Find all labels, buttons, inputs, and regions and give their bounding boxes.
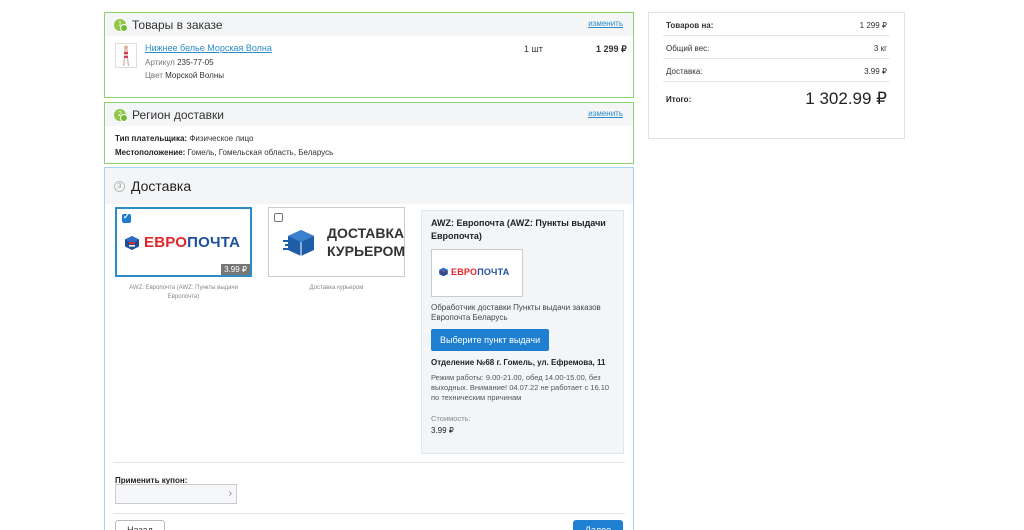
delivery-option-caption: AWZ: Европочта (AWZ: Пункты выдачи Европ… (129, 285, 238, 300)
delivery-option-checkbox[interactable] (274, 213, 283, 222)
product-name-link[interactable]: Нижнее белье Морская Волна (145, 43, 272, 53)
delivery-cost-label: Стоимость: (431, 414, 471, 423)
summary-label: Общий вес: (666, 44, 710, 53)
order-items-block: 1 Товары в заказе изменить Нижнее белье … (104, 12, 634, 98)
delivery-info-title: AWZ: Европочта (AWZ: Пункты выдачи Европ… (431, 218, 606, 241)
delivery-option-checkbox[interactable] (122, 212, 131, 223)
summary-value: 1 299 ₽ (859, 21, 887, 30)
delivery-option-europochta[interactable]: ЕВРОПОЧТА 3.99 ₽ (115, 207, 252, 277)
courier-logo-line1: ДОСТАВКА (327, 225, 405, 241)
delivery-option-caption: Доставка курьером (309, 285, 364, 291)
choose-pickup-point-button[interactable]: Выберите пункт выдачи (431, 329, 550, 351)
product-price: 1 299 ₽ (596, 44, 627, 54)
delivery-info-description: Обработчик доставки Пункты выдачи заказо… (431, 303, 601, 322)
delivery-option-courier[interactable]: ДОСТАВКА КУРЬЕРОМ (268, 207, 405, 277)
summary-label: Доставка: (666, 67, 703, 76)
product-article: Артикул 235-77-05 (145, 58, 214, 67)
order-item-row: Нижнее белье Морская Волна Артикул 235-7… (105, 36, 633, 98)
summary-total: Итого: 1 302.99 ₽ (663, 82, 890, 118)
total-value: 1 302.99 ₽ (805, 89, 887, 108)
region-header: 2 Регион доставки изменить (105, 103, 633, 126)
chevron-right-icon[interactable]: › (229, 488, 232, 499)
delivery-info-logo: ЕВРОПОЧТА (431, 249, 523, 297)
location-label: Местоположение: (115, 148, 186, 157)
check-circle-icon: 2 (114, 108, 128, 122)
next-button[interactable]: Далее (573, 520, 623, 530)
delivery-region-block: 2 Регион доставки изменить Тип плательщи… (104, 102, 634, 164)
divider (113, 513, 625, 514)
evropochta-logo-icon: ЕВРОПОЧТА (438, 267, 509, 277)
payer-type-value: Физическое лицо (189, 134, 254, 143)
back-button[interactable]: Назад (115, 520, 165, 530)
summary-value: 3.99 ₽ (864, 67, 887, 76)
delivery-header: 3 Доставка (105, 168, 633, 204)
location-row: Местоположение: Гомель, Гомельская облас… (115, 146, 623, 160)
summary-row-goods: Товаров на: 1 299 ₽ (663, 13, 890, 36)
box-icon (283, 230, 314, 256)
evropochta-mark-icon (439, 267, 448, 277)
summary-value: 3 кг (873, 44, 887, 53)
courier-logo-line2: КУРЬЕРОМ (327, 243, 406, 259)
courier-logo: ДОСТАВКА КУРЬЕРОМ (283, 224, 405, 260)
step-number: 3 (114, 180, 125, 192)
pickup-office-hours: Режим работы: 9.00-21.00, обед 14.00-15.… (431, 373, 610, 402)
delivery-title: Доставка (131, 178, 192, 194)
pickup-office-address: Отделение №68 г. Гомель, ул. Ефремова, 1… (431, 358, 606, 367)
region-title: Регион доставки (132, 107, 224, 122)
total-label: Итого: (666, 95, 692, 104)
check-circle-icon: 1 (114, 18, 128, 32)
evropochta-mark-icon (125, 235, 139, 250)
delivery-option-price: 3.99 ₽ (221, 264, 250, 275)
delivery-cost-value: 3.99 ₽ (431, 426, 454, 435)
payer-type-row: Тип плательщика: Физическое лицо (115, 132, 623, 146)
color-value: Морской Волны (165, 71, 224, 80)
region-change-link[interactable]: изменить (588, 109, 623, 118)
article-value: 235-77-05 (177, 58, 214, 67)
delivery-block: 3 Доставка ЕВРОПОЧТА 3.99 ₽ AWZ: Европоч… (104, 167, 634, 530)
order-items-title: Товары в заказе (132, 17, 223, 32)
summary-label: Товаров на: (666, 21, 714, 30)
article-key: Артикул (145, 58, 175, 67)
logo-text-red: ЕВРО (144, 234, 188, 251)
evropochta-logo-icon: ЕВРОПОЧТА (123, 234, 240, 251)
region-details: Тип плательщика: Физическое лицо Местопо… (105, 126, 633, 166)
order-summary: Товаров на: 1 299 ₽ Общий вес: 3 кг Дост… (648, 12, 905, 139)
color-key: Цвет (145, 71, 163, 80)
product-quantity: 1 шт (524, 44, 543, 54)
checkout-page: 1 Товары в заказе изменить Нижнее белье … (0, 0, 1024, 530)
order-items-header: 1 Товары в заказе изменить (105, 13, 633, 36)
order-items-change-link[interactable]: изменить (588, 19, 623, 28)
summary-row-weight: Общий вес: 3 кг (663, 36, 890, 59)
logo-text-red: ЕВРО (451, 267, 478, 277)
divider (113, 462, 625, 463)
product-image-icon (122, 45, 130, 66)
location-value: Гомель, Гомельская область, Беларусь (187, 148, 334, 157)
payer-type-label: Тип плательщика: (115, 134, 188, 143)
summary-row-delivery: Доставка: 3.99 ₽ (663, 59, 890, 82)
coupon-input[interactable]: › (115, 484, 237, 504)
product-color: Цвет Морской Волны (145, 71, 224, 80)
logo-text-blue: ПОЧТА (477, 267, 510, 277)
product-thumbnail[interactable] (115, 43, 137, 68)
logo-text-blue: ПОЧТА (187, 234, 241, 251)
delivery-info-panel: AWZ: Европочта (AWZ: Пункты выдачи Европ… (421, 210, 624, 454)
